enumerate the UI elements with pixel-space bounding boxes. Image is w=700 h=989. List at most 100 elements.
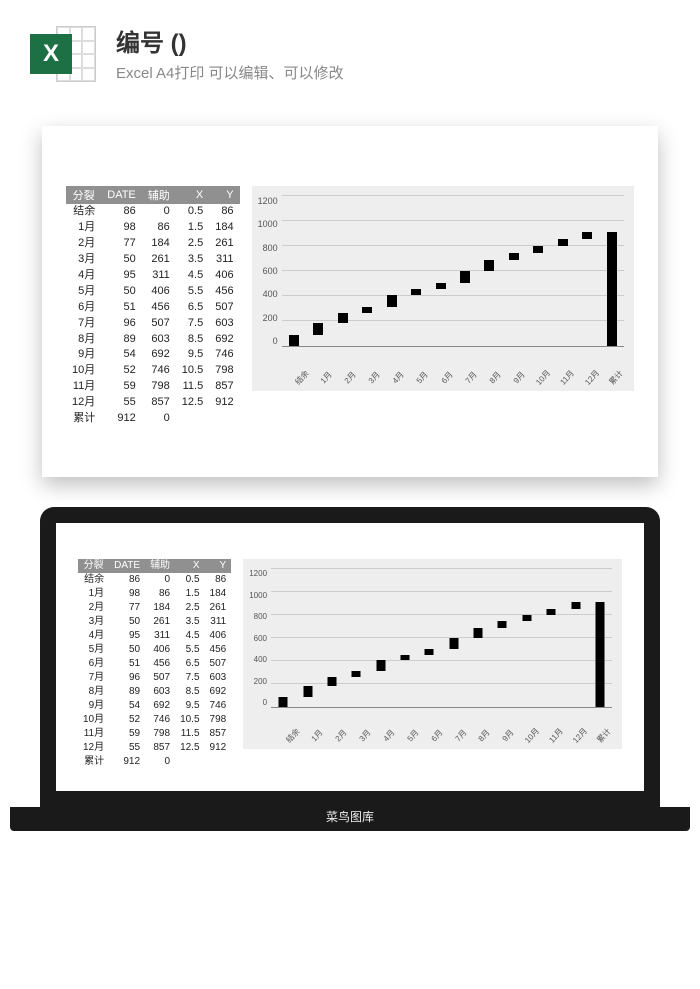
bar-slot <box>526 196 550 346</box>
table-cell: 11月 <box>66 379 101 395</box>
table-cell: 311 <box>145 629 175 643</box>
table-header-cell: Y <box>209 186 239 204</box>
xtick-label: 6月 <box>435 365 459 390</box>
table-row: 6月514566.5507 <box>78 657 231 671</box>
table-header-cell: 分裂 <box>66 186 101 204</box>
table-cell: 52 <box>109 713 145 727</box>
table-cell: 累计 <box>66 411 101 427</box>
excel-icon: X <box>30 20 96 86</box>
ytick-label: 0 <box>249 698 267 707</box>
table-cell: 50 <box>109 615 145 629</box>
bar-segment <box>352 671 361 677</box>
xtick-label: 7月 <box>459 365 483 390</box>
table-cell: 2月 <box>66 236 101 252</box>
ytick-label: 600 <box>249 634 267 643</box>
bar-segment <box>533 246 543 253</box>
table-cell: 54 <box>101 347 142 363</box>
table-cell: 692 <box>145 699 175 713</box>
chart-bars-laptop <box>271 569 612 707</box>
table-cell: 456 <box>145 657 175 671</box>
chart-yaxis-laptop: 120010008006004002000 <box>249 569 271 707</box>
xtick-label: 2月 <box>329 723 353 748</box>
xtick-label: 6月 <box>425 723 449 748</box>
table-row: 2月771842.5261 <box>66 236 240 252</box>
table-cell: 96 <box>101 316 142 332</box>
bar-slot <box>379 196 403 346</box>
table-header-cell: DATE <box>109 559 145 573</box>
table-cell: 8.5 <box>175 685 204 699</box>
bar-slot <box>306 196 330 346</box>
ytick-label: 1000 <box>258 219 278 229</box>
table-cell: 857 <box>209 379 239 395</box>
table-cell: 52 <box>101 363 142 379</box>
table-cell: 1.5 <box>176 220 209 236</box>
table-cell: 54 <box>109 699 145 713</box>
ytick-label: 800 <box>249 612 267 621</box>
table-row: 结余8600.586 <box>78 573 231 587</box>
table-cell: 6.5 <box>175 657 204 671</box>
bar-segment <box>327 677 336 686</box>
xtick-label: 3月 <box>362 365 386 390</box>
table-cell: 51 <box>101 300 142 316</box>
xtick-label: 1月 <box>305 723 329 748</box>
table-cell: 6月 <box>78 657 109 671</box>
xtick-label: 5月 <box>410 365 434 390</box>
bar-slot <box>599 196 623 346</box>
table-cell: 406 <box>142 284 176 300</box>
bar-slot <box>477 196 501 346</box>
table-cell: 12月 <box>66 395 101 411</box>
bar-segment <box>313 323 323 335</box>
table-row: 3月502613.5311 <box>66 252 240 268</box>
table-cell: 603 <box>145 685 175 699</box>
xtick-label: 结余 <box>281 723 305 748</box>
bar-segment <box>289 335 299 346</box>
bar-slot <box>453 196 477 346</box>
table-row: 6月514566.5507 <box>66 300 240 316</box>
bar-segment <box>362 307 372 313</box>
table-cell: 50 <box>109 643 145 657</box>
bar-segment <box>558 239 568 246</box>
table-cell: 59 <box>109 727 145 741</box>
table-cell: 1.5 <box>175 587 204 601</box>
ytick-label: 1000 <box>249 591 267 600</box>
table-cell: 4月 <box>78 629 109 643</box>
bar-slot <box>563 569 587 707</box>
table-row: 10月5274610.5798 <box>78 713 231 727</box>
bar-slot <box>515 569 539 707</box>
preview-card: 分裂DATE辅助XY 结余8600.5861月98861.51842月77184… <box>42 126 658 477</box>
bar-slot <box>417 569 441 707</box>
chart-plot-area-laptop <box>271 569 612 708</box>
table-row: 7月965077.5603 <box>78 671 231 685</box>
chart-container: 120010008006004002000 结余1月2月3月4月5月6月7月8月… <box>252 186 634 391</box>
table-cell: 5.5 <box>176 284 209 300</box>
table-cell: 406 <box>145 643 175 657</box>
xtick-label: 4月 <box>377 723 401 748</box>
bar-segment <box>303 686 312 697</box>
bar-slot <box>428 196 452 346</box>
table-cell: 1月 <box>78 587 109 601</box>
table-cell: 912 <box>109 755 145 769</box>
xtick-label: 累计 <box>604 365 628 390</box>
table-cell: 95 <box>101 268 142 284</box>
ytick-label: 800 <box>258 243 278 253</box>
table-cell: 456 <box>209 284 239 300</box>
table-cell: 11.5 <box>176 379 209 395</box>
bar-segment <box>571 602 580 608</box>
table-row: 9月546929.5746 <box>78 699 231 713</box>
bar-slot <box>539 569 563 707</box>
xtick-label: 结余 <box>290 365 314 390</box>
table-cell: 912 <box>101 411 142 427</box>
table-row: 累计9120 <box>78 755 231 769</box>
table-cell: 结余 <box>66 204 101 220</box>
chart-yaxis: 120010008006004002000 <box>258 196 282 346</box>
table-cell: 3月 <box>66 252 101 268</box>
bar-segment <box>460 271 470 283</box>
table-cell: 77 <box>109 601 145 615</box>
table-cell: 98 <box>109 587 145 601</box>
table-cell: 1月 <box>66 220 101 236</box>
bar-segment <box>474 628 483 638</box>
table-cell: 96 <box>109 671 145 685</box>
table-cell: 2.5 <box>175 601 204 615</box>
table-cell <box>205 755 232 769</box>
table-cell: 55 <box>109 741 145 755</box>
